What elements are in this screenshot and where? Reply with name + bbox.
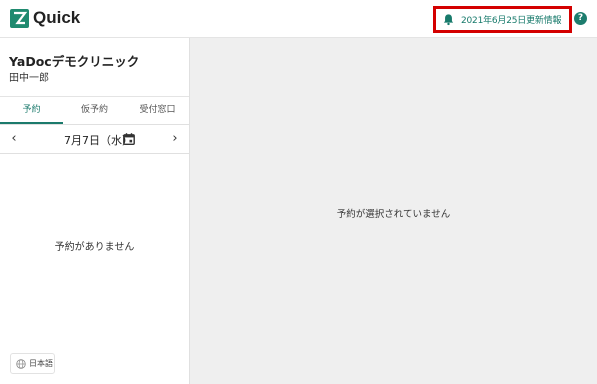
help-icon[interactable]: ? <box>574 12 587 25</box>
user-name: 田中一郎 <box>9 73 49 84</box>
language-label: 日本語 <box>29 359 53 368</box>
main-panel: 予約が選択されていません <box>190 38 597 384</box>
sidebar: YaDocデモクリニック 田中一郎 予約 仮予約 受付窓口 ‹ 7月7日（水） … <box>0 38 190 384</box>
update-notice-label: 2021年6月25日更新情報 <box>461 16 562 26</box>
tab-reservations[interactable]: 予約 <box>0 97 63 124</box>
tab-reception[interactable]: 受付窓口 <box>126 97 189 124</box>
update-notice-button[interactable]: 2021年6月25日更新情報 <box>433 6 572 33</box>
no-selection-message: 予約が選択されていません <box>336 209 451 220</box>
calendar-icon[interactable] <box>123 133 135 145</box>
tab-bar: 予約 仮予約 受付窓口 <box>0 96 189 125</box>
chevron-left-icon[interactable]: ‹ <box>7 131 21 147</box>
brand-name: Quick <box>33 8 81 27</box>
logo-icon <box>10 9 29 28</box>
bell-icon <box>443 14 454 26</box>
globe-icon <box>16 358 26 369</box>
language-selector[interactable]: 日本語 <box>10 353 55 374</box>
chevron-right-icon[interactable]: › <box>168 131 182 147</box>
clinic-name: YaDocデモクリニック <box>9 54 140 69</box>
date-navigator: ‹ 7月7日（水） › <box>0 125 189 154</box>
app: Quick 2021年6月25日更新情報 ? YaDocデモクリニック 田中一郎… <box>0 0 597 384</box>
tab-provisional[interactable]: 仮予約 <box>63 97 126 124</box>
no-reservations-message: 予約がありません <box>54 242 135 253</box>
header: Quick 2021年6月25日更新情報 ? <box>0 0 597 38</box>
